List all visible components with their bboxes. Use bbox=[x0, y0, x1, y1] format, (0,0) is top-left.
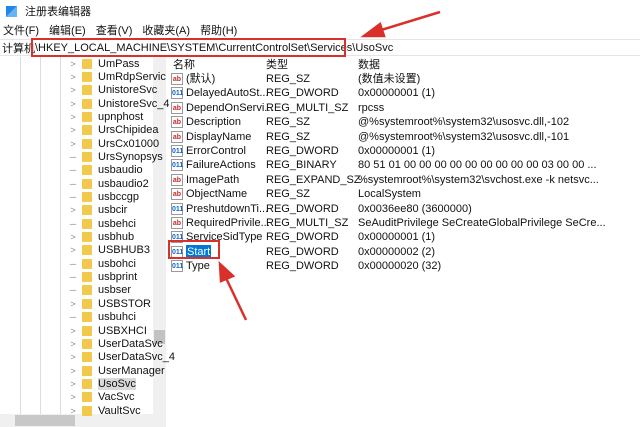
arrow-to-start bbox=[224, 277, 248, 321]
arrow-head bbox=[360, 21, 386, 38]
arrow-head bbox=[218, 260, 236, 283]
arrow-to-address bbox=[377, 10, 441, 33]
annotation-arrows bbox=[218, 10, 441, 321]
